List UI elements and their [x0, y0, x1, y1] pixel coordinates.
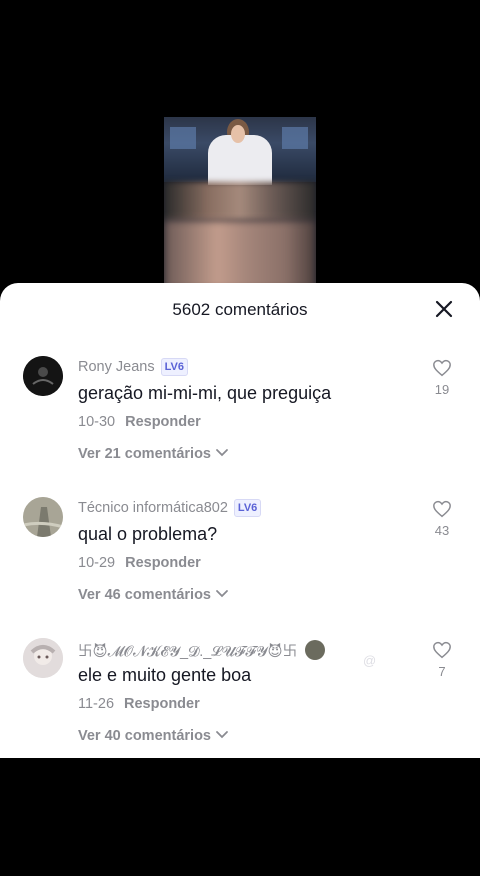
view-replies-button[interactable]: Ver 46 comentários — [78, 587, 229, 603]
like-count: 43 — [434, 523, 450, 538]
view-replies-label: Ver 21 comentários — [78, 446, 211, 462]
avatar[interactable] — [23, 497, 63, 537]
user-badge-icon — [305, 640, 326, 660]
comment-text: geração mi-mi-mi, que preguiça — [78, 383, 332, 403]
comment-meta: 10-30 Responder — [78, 414, 201, 430]
heart-outline-icon[interactable] — [432, 500, 452, 518]
chevron-down-icon — [216, 590, 228, 598]
view-replies-label: Ver 46 comentários — [78, 587, 211, 603]
username-text: Técnico informática802 — [78, 500, 228, 516]
comment-item: 卐😈𝓜𝓞𝓝𝓚𝓔𝓨_𝓓._𝓛𝓤𝓕𝓕𝓨😈卐 ele e muito gente bo… — [0, 638, 480, 758]
like-area: 19 — [428, 359, 456, 397]
comment-meta: 11-26 Responder — [78, 696, 200, 712]
level-badge: LV6 — [233, 499, 262, 517]
close-icon — [435, 300, 453, 318]
comment-meta: 10-29 Responder — [78, 555, 201, 571]
chevron-down-icon — [216, 449, 228, 457]
chevron-down-icon — [216, 731, 228, 739]
comment-text: qual o problema? — [78, 524, 218, 544]
studio-screen — [282, 127, 308, 149]
comment-item: Técnico informática802 LV6 qual o problem… — [0, 497, 480, 617]
comment-date: 10-30 — [78, 414, 116, 430]
blurred-region — [164, 182, 316, 220]
view-replies-label: Ver 40 comentários — [78, 728, 211, 744]
comment-username[interactable]: 卐😈𝓜𝓞𝓝𝓚𝓔𝓨_𝓓._𝓛𝓤𝓕𝓕𝓨😈卐 — [78, 640, 326, 661]
watermark: @ — [363, 653, 377, 668]
heart-outline-icon[interactable] — [432, 359, 452, 377]
anchor-face — [231, 125, 245, 143]
studio-screen — [170, 127, 196, 149]
comment-username[interactable]: Rony Jeans LV6 — [78, 358, 188, 376]
comment-username[interactable]: Técnico informática802 LV6 — [78, 499, 262, 517]
like-count: 19 — [434, 382, 450, 397]
comment-text: ele e muito gente boa — [78, 665, 252, 685]
like-area: 7 — [428, 641, 456, 679]
blurred-region — [164, 220, 316, 287]
heart-outline-icon[interactable] — [432, 641, 452, 659]
like-area: 43 — [428, 500, 456, 538]
video-thumbnail[interactable] — [164, 117, 316, 287]
comment-date: 11-26 — [78, 696, 115, 712]
like-count: 7 — [438, 664, 446, 679]
username-text: Rony Jeans — [78, 359, 155, 375]
level-badge: LV6 — [160, 358, 188, 376]
reply-button[interactable]: Responder — [125, 555, 201, 571]
avatar-image — [23, 638, 63, 678]
comment-item: Rony Jeans LV6 geração mi-mi-mi, que preg… — [0, 356, 480, 476]
view-replies-button[interactable]: Ver 21 comentários — [78, 446, 229, 462]
reply-button[interactable]: Responder — [125, 414, 201, 430]
comment-date: 10-29 — [78, 555, 116, 571]
reply-button[interactable]: Responder — [124, 696, 200, 712]
comments-sheet: 5602 comentários Rony Jeans LV6 geração m… — [0, 283, 480, 758]
username-text: 卐😈𝓜𝓞𝓝𝓚𝓔𝓨_𝓓._𝓛𝓤𝓕𝓕𝓨😈卐 — [78, 644, 298, 660]
view-replies-button[interactable]: Ver 40 comentários — [78, 728, 229, 744]
comments-count-title: 5602 comentários — [172, 300, 308, 319]
avatar-image — [23, 356, 63, 396]
close-button[interactable] — [434, 299, 454, 319]
avatar[interactable] — [23, 356, 63, 396]
avatar[interactable] — [23, 638, 63, 678]
avatar-image — [23, 497, 63, 537]
